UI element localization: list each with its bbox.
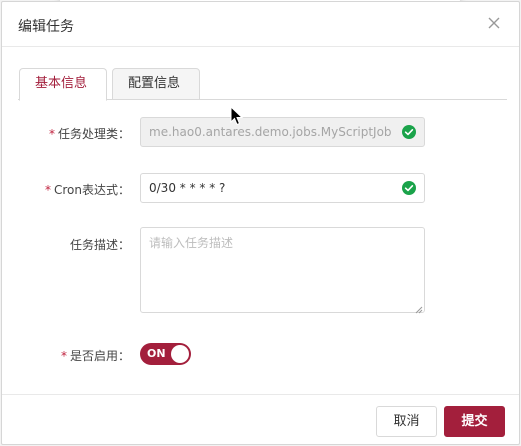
description-placeholder: 请输入任务描述 <box>149 236 234 250</box>
resize-grip-icon[interactable] <box>415 303 423 314</box>
cancel-button[interactable]: 取消 <box>376 406 437 437</box>
description-textarea[interactable]: 请输入任务描述 <box>140 227 425 314</box>
tab-bar: 基本信息 配置信息 <box>18 66 507 101</box>
tab-config-info[interactable]: 配置信息 <box>112 68 200 100</box>
enabled-label-text: 是否启用： <box>69 349 130 363</box>
handler-label: * 任务处理类： <box>49 125 130 142</box>
cron-expression-input[interactable]: 0/30 * * * * ? <box>140 173 425 203</box>
enabled-label: * 是否启用： <box>61 347 130 364</box>
mouse-pointer-icon <box>230 105 244 126</box>
handler-class-value: me.hao0.antares.demo.jobs.MyScriptJob <box>149 125 392 139</box>
edit-task-dialog: 编辑任务 基本信息 配置信息 * 任务处理类： me.hao0.antares.d… <box>1 1 520 445</box>
dialog-header: 编辑任务 <box>2 2 519 47</box>
toggle-knob <box>171 345 189 363</box>
cron-label-text: Cron表达式： <box>54 183 130 197</box>
handler-class-input[interactable]: me.hao0.antares.demo.jobs.MyScriptJob <box>140 117 425 147</box>
check-circle-icon <box>402 125 416 139</box>
submit-button[interactable]: 提交 <box>444 406 505 437</box>
required-mark: * <box>60 349 67 363</box>
cron-label: * Cron表达式： <box>45 181 130 198</box>
enabled-toggle[interactable]: ON <box>140 343 191 365</box>
check-circle-icon <box>402 181 416 195</box>
required-mark: * <box>45 183 51 197</box>
cron-expression-value: 0/30 * * * * ? <box>149 181 226 195</box>
required-mark: * <box>48 127 55 141</box>
dialog-footer: 取消 提交 <box>2 394 519 444</box>
tab-basic-info[interactable]: 基本信息 <box>19 68 107 101</box>
handler-label-text: 任务处理类： <box>57 127 130 141</box>
close-icon[interactable] <box>487 16 501 30</box>
description-label: 任务描述： <box>69 238 130 252</box>
toggle-state-text: ON <box>147 347 166 360</box>
dialog-title: 编辑任务 <box>18 19 74 35</box>
